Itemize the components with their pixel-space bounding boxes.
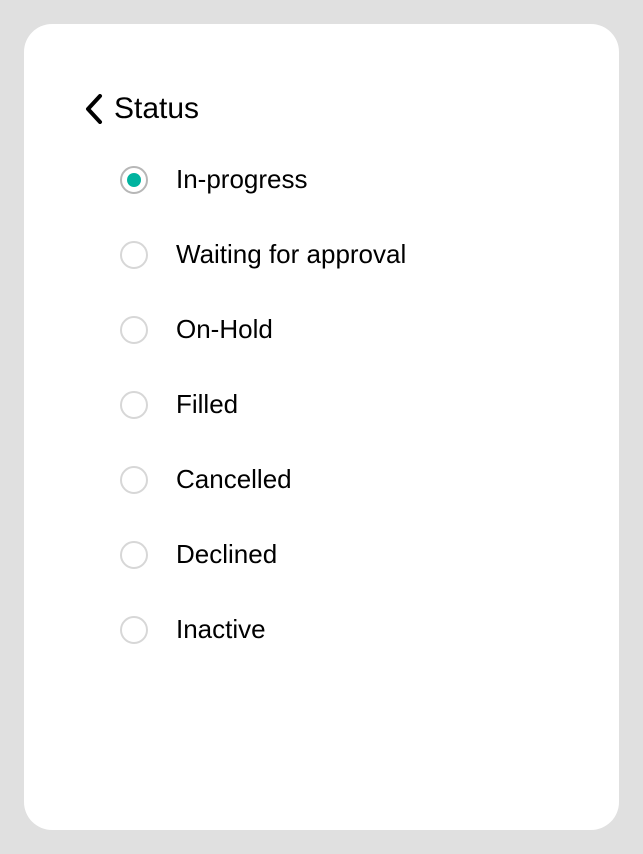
status-option-filled[interactable]: Filled xyxy=(120,389,563,420)
status-option-in-progress[interactable]: In-progress xyxy=(120,164,563,195)
status-options-list: In-progress Waiting for approval On-Hold… xyxy=(80,164,563,645)
status-panel: Status In-progress Waiting for approval … xyxy=(24,24,619,830)
radio-button[interactable] xyxy=(120,166,148,194)
status-option-label: On-Hold xyxy=(176,314,273,345)
radio-dot-icon xyxy=(127,173,141,187)
status-option-cancelled[interactable]: Cancelled xyxy=(120,464,563,495)
status-option-label: Filled xyxy=(176,389,238,420)
chevron-left-icon xyxy=(85,94,103,124)
status-option-label: In-progress xyxy=(176,164,308,195)
status-option-inactive[interactable]: Inactive xyxy=(120,614,563,645)
radio-button[interactable] xyxy=(120,466,148,494)
status-option-waiting-for-approval[interactable]: Waiting for approval xyxy=(120,239,563,270)
status-option-label: Declined xyxy=(176,539,277,570)
status-option-label: Inactive xyxy=(176,614,266,645)
status-option-label: Cancelled xyxy=(176,464,292,495)
status-option-label: Waiting for approval xyxy=(176,239,406,270)
back-button[interactable] xyxy=(80,93,108,125)
status-option-on-hold[interactable]: On-Hold xyxy=(120,314,563,345)
radio-button[interactable] xyxy=(120,316,148,344)
radio-button[interactable] xyxy=(120,541,148,569)
radio-button[interactable] xyxy=(120,616,148,644)
page-title: Status xyxy=(114,92,199,126)
radio-button[interactable] xyxy=(120,241,148,269)
radio-button[interactable] xyxy=(120,391,148,419)
header: Status xyxy=(80,92,563,126)
status-option-declined[interactable]: Declined xyxy=(120,539,563,570)
